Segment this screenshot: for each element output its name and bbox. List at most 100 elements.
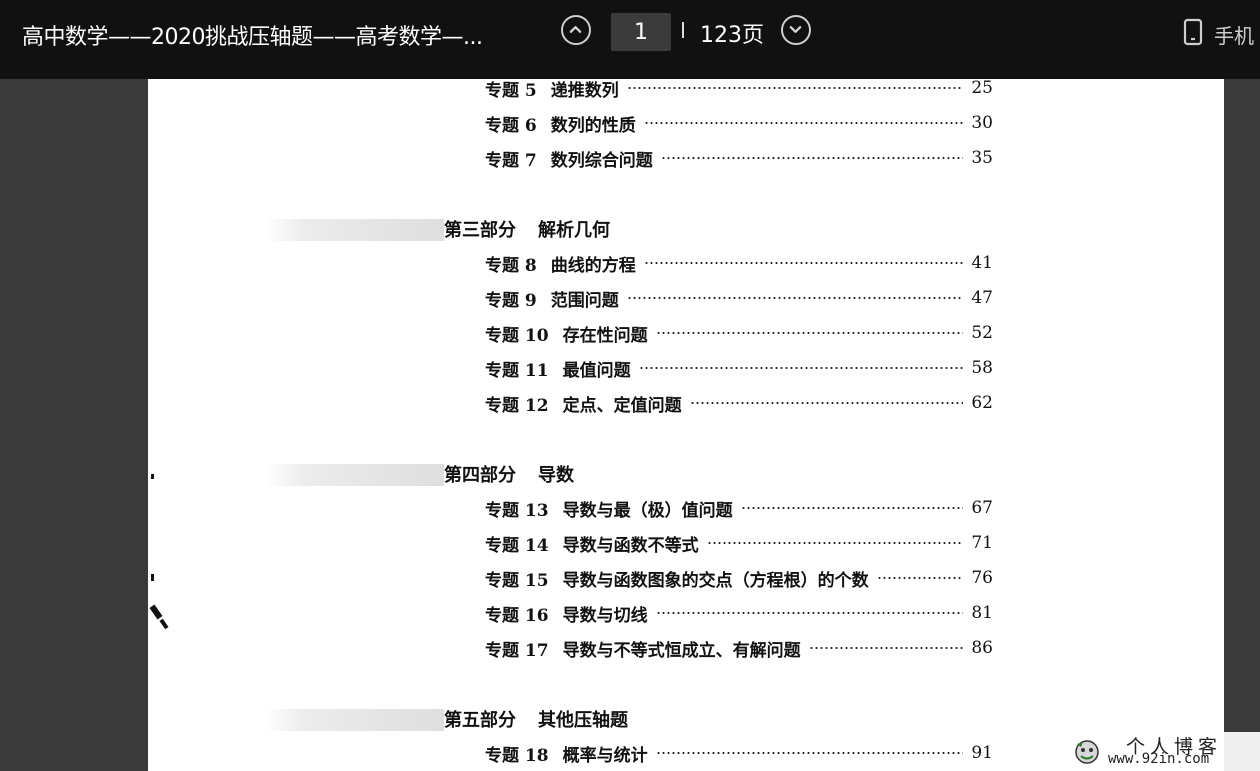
- entry-page-number: 30: [971, 113, 993, 133]
- entry-title: 导数与切线: [562, 605, 648, 626]
- entry-page-number: 58: [971, 358, 993, 378]
- entry-label: 专题 9: [485, 290, 537, 311]
- entry-page-number: 76: [971, 568, 993, 588]
- section-label: 第四部分: [444, 465, 516, 486]
- dot-leader: [689, 402, 964, 404]
- previous-page-button[interactable]: [561, 15, 591, 45]
- toc-section-heading: 第三部分 解析几何: [444, 215, 610, 243]
- entry-title: 存在性问题: [562, 325, 648, 346]
- entry-page-number: 52: [971, 323, 993, 343]
- blog-logo-icon: [1075, 740, 1099, 764]
- entry-title: 概率与统计: [562, 745, 648, 766]
- chevron-down-circle-icon: [789, 26, 802, 33]
- entry-page-number: 62: [971, 393, 993, 413]
- entry-label: 专题 8: [485, 255, 537, 276]
- entry-title: 导数与最（极）值问题: [562, 500, 733, 521]
- entry-title: 定点、定值问题: [562, 395, 682, 416]
- entry-page-number: 67: [971, 498, 993, 518]
- dot-leader: [876, 577, 964, 579]
- section-label: 第三部分: [444, 220, 516, 241]
- entry-label: 专题 12: [485, 395, 549, 416]
- document-title: 高中数学——2020挑战压轴题——高考数学—...: [22, 25, 483, 50]
- entry-label: 专题 11: [485, 360, 549, 381]
- next-page-button[interactable]: [781, 15, 811, 45]
- toc-entry[interactable]: 专题 10 存在性问题 52: [485, 320, 993, 346]
- dot-leader: [655, 612, 964, 614]
- section-heading-shading: [266, 464, 444, 486]
- document-page: 第三部分 解析几何第四部分 导数第五部分 其他压轴题 专题 5 递推数列 25 专题 6 数列的…: [148, 79, 1224, 771]
- toc-entry[interactable]: 专题 8 曲线的方程 41: [485, 250, 993, 276]
- dot-leader: [655, 332, 964, 334]
- dot-leader: [643, 122, 964, 124]
- entry-title: 数列综合问题: [550, 150, 653, 171]
- section-label: 第五部分: [444, 710, 516, 731]
- entry-title: 数列的性质: [550, 115, 636, 136]
- toc-entry[interactable]: 专题 9 范围问题 47: [485, 285, 993, 311]
- dot-leader: [626, 87, 964, 89]
- scan-artifact: [151, 574, 154, 581]
- entry-label: 专题 16: [485, 605, 549, 626]
- entry-title: 范围问题: [550, 290, 619, 311]
- entry-title: 导数与函数图象的交点（方程根）的个数: [562, 570, 869, 591]
- entry-label: 专题 7: [485, 150, 537, 171]
- entry-title: 递推数列: [550, 80, 619, 101]
- section-title: 解析几何: [538, 220, 610, 241]
- toc-entry[interactable]: 专题 15 导数与函数图象的交点（方程根）的个数 76: [485, 565, 993, 591]
- entry-label: 专题 6: [485, 115, 537, 136]
- page-number-input[interactable]: [611, 13, 671, 51]
- total-pages: 123页: [700, 23, 764, 48]
- entry-page-number: 41: [971, 253, 993, 273]
- toc-entry[interactable]: 专题 16 导数与切线 81: [485, 600, 993, 626]
- toc-entry[interactable]: 专题 5 递推数列 25: [485, 79, 993, 101]
- mobile-view-button[interactable]: [1183, 18, 1203, 50]
- dot-leader: [643, 262, 964, 264]
- entry-label: 专题 18: [485, 745, 549, 766]
- toc-entry[interactable]: 专题 18 概率与统计 91: [485, 740, 993, 766]
- dot-leader: [808, 647, 964, 649]
- entry-page-number: 71: [971, 533, 993, 553]
- entry-label: 专题 10: [485, 325, 549, 346]
- page-separator: [682, 22, 684, 38]
- dot-leader: [655, 752, 964, 754]
- dot-leader: [740, 507, 964, 509]
- dot-leader: [638, 367, 964, 369]
- viewer-toolbar: 高中数学——2020挑战压轴题——高考数学—... 123页 手机: [0, 0, 1260, 79]
- entry-title: 导数与函数不等式: [562, 535, 699, 556]
- toc-entry[interactable]: 专题 6 数列的性质 30: [485, 110, 993, 136]
- blog-watermark: 个人博客 www.92in.com: [1068, 732, 1260, 771]
- entry-page-number: 47: [971, 288, 993, 308]
- chevron-up-circle-icon: [569, 26, 582, 33]
- entry-title: 最值问题: [562, 360, 631, 381]
- toc-entry[interactable]: 专题 12 定点、定值问题 62: [485, 390, 993, 416]
- entry-page-number: 86: [971, 638, 993, 658]
- dot-leader: [626, 297, 964, 299]
- dot-leader: [660, 157, 964, 159]
- entry-page-number: 35: [971, 148, 993, 168]
- entry-label: 专题 13: [485, 500, 549, 521]
- entry-label: 专题 5: [485, 80, 537, 101]
- section-title: 其他压轴题: [538, 710, 628, 731]
- section-heading-shading: [266, 709, 444, 731]
- table-of-contents: 第三部分 解析几何第四部分 导数第五部分 其他压轴题 专题 5 递推数列 25 专题 6 数列的…: [148, 79, 1224, 771]
- section-heading-shading: [266, 219, 444, 241]
- entry-label: 专题 15: [485, 570, 549, 591]
- toc-section-heading: 第四部分 导数: [444, 460, 574, 488]
- toc-entry[interactable]: 专题 14 导数与函数不等式 71: [485, 530, 993, 556]
- toc-entry[interactable]: 专题 7 数列综合问题 35: [485, 145, 993, 171]
- entry-title: 曲线的方程: [550, 255, 636, 276]
- toc-section-heading: 第五部分 其他压轴题: [444, 705, 628, 733]
- section-title: 导数: [538, 465, 574, 486]
- toc-entry[interactable]: 专题 13 导数与最（极）值问题 67: [485, 495, 993, 521]
- entry-label: 专题 14: [485, 535, 549, 556]
- entry-title: 导数与不等式恒成立、有解问题: [562, 640, 801, 661]
- toc-entry[interactable]: 专题 17 导数与不等式恒成立、有解问题 86: [485, 635, 993, 661]
- toc-entry[interactable]: 专题 11 最值问题 58: [485, 355, 993, 381]
- watermark-url: www.92in.com: [1108, 751, 1210, 767]
- entry-page-number: 25: [971, 79, 993, 98]
- entry-label: 专题 17: [485, 640, 549, 661]
- scan-artifact: [151, 474, 154, 479]
- phone-icon: [1183, 18, 1203, 46]
- mobile-view-label: 手机: [1214, 24, 1254, 48]
- dot-leader: [706, 542, 964, 544]
- entry-page-number: 81: [971, 603, 993, 623]
